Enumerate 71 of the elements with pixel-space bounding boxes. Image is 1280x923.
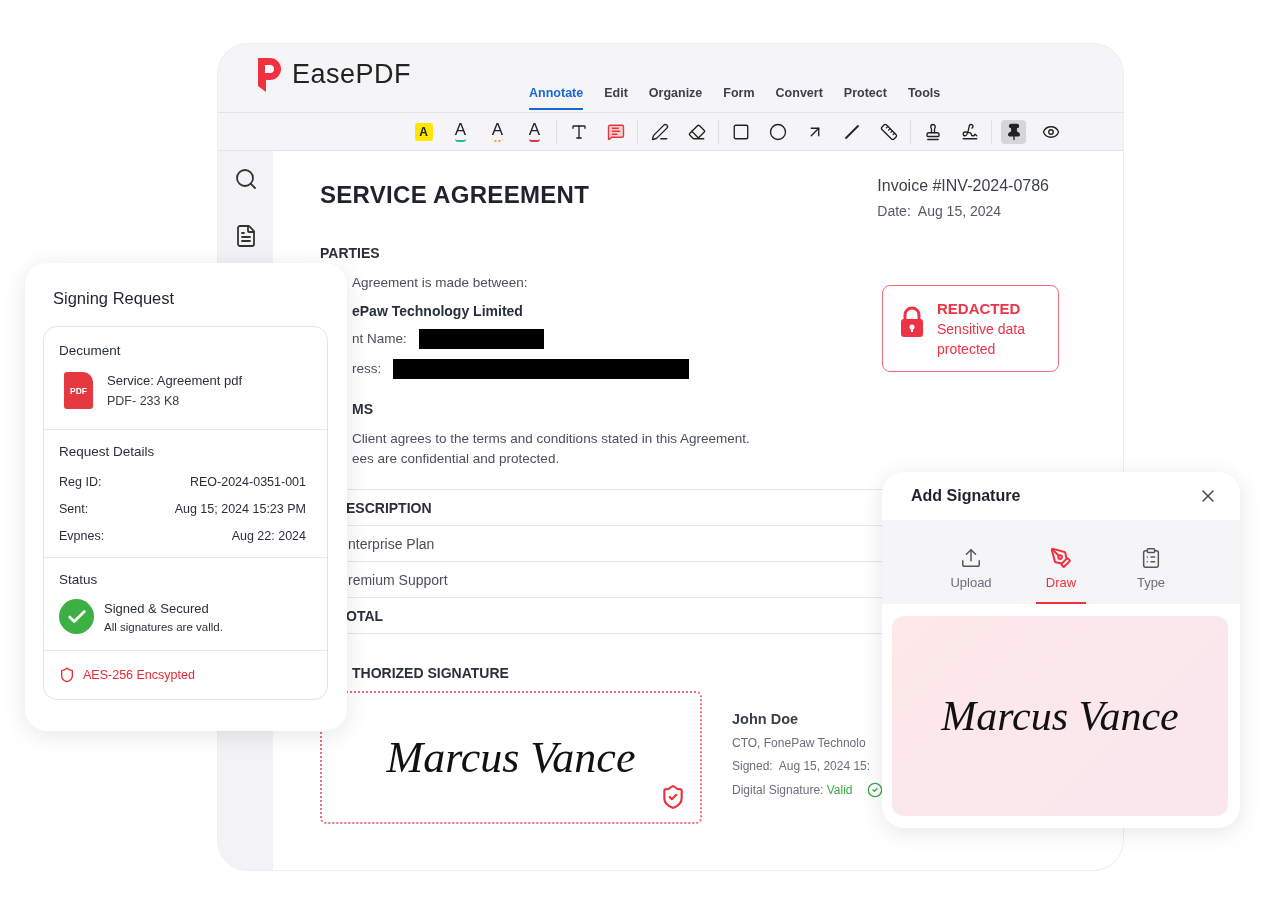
check-circle-icon — [59, 599, 94, 634]
notice-title: REDACTED — [937, 300, 1022, 317]
signature-text: Marcus Vance — [941, 692, 1179, 740]
circle-icon — [768, 122, 787, 141]
invoice-number: Invoice #INV-2024-0786 — [877, 177, 1049, 195]
detail-label: Evpnes: — [59, 529, 105, 543]
signer-name: John Doe — [732, 711, 800, 727]
strike-text-tool[interactable]: A — [522, 119, 547, 144]
company-name: ePaw Technology Limited — [351, 303, 524, 319]
line-icon — [842, 122, 861, 141]
menu-tab[interactable]: Protect — [843, 86, 887, 110]
squiggly-text-tool[interactable]: A — [485, 119, 510, 144]
section-heading: THORIZED SIGNATURE — [351, 665, 510, 681]
menu-tab[interactable]: Organize — [648, 86, 703, 110]
detail-value: Aug 15; 2024 15:23 PM — [174, 502, 306, 516]
lock-icon — [899, 306, 925, 338]
signature-text: Marcus Vance — [386, 732, 636, 783]
underline-text-tool[interactable]: A — [448, 119, 473, 144]
menu-tab[interactable]: Edit — [604, 86, 628, 110]
detail-label: Sent: — [59, 502, 89, 516]
signer-role: CTO, FonePaw Technolo — [732, 736, 867, 750]
menu-tab[interactable]: Form — [723, 86, 755, 110]
detail-value: REO-2024-0351-001 — [189, 475, 306, 489]
section-heading: Status — [59, 572, 99, 587]
file-meta: PDF- 233 K8 — [107, 394, 181, 408]
parties-intro: Agreement is made between: — [351, 274, 529, 292]
text-icon — [569, 122, 588, 141]
signature-mode-tab[interactable]: Type — [1126, 547, 1176, 604]
check-icon — [866, 782, 883, 798]
menu-tab[interactable]: Convert — [775, 86, 823, 110]
digital-signature-status: Digital Signature: Valid — [732, 783, 853, 797]
rectangle-icon — [731, 122, 750, 141]
encryption-label: AES-256 Encsypted — [83, 668, 195, 682]
menu-tab[interactable]: Tools — [907, 86, 941, 110]
signed-date: Signed: Aug 15, 2024 15: — [732, 759, 872, 773]
text-lines-icon — [1140, 547, 1162, 569]
status-text: Signed & Secured — [104, 600, 210, 616]
pen-nib-icon — [1050, 547, 1072, 569]
signature-mode-tab[interactable]: Draw — [1036, 547, 1086, 604]
detail-value: Aug 22: 2024 — [231, 529, 306, 543]
menu-tab[interactable]: Annotate — [529, 86, 584, 110]
document-title: SERVICE AGREEMENT — [320, 181, 590, 210]
terms-text: ees are confidential and protected. — [351, 450, 561, 468]
terms-text: Client agrees to the terms and conditions stated in this Agreement. — [351, 430, 751, 448]
section-heading: PARTIES — [320, 245, 381, 261]
shield-icon — [59, 667, 75, 683]
signature-icon — [960, 122, 979, 141]
pen-icon — [650, 122, 669, 141]
eraser-icon — [687, 122, 706, 141]
shield-check-icon — [660, 784, 686, 810]
pdf-file-icon: PDF — [64, 372, 93, 409]
upload-icon — [960, 547, 982, 569]
panel-title: Signing Request — [53, 289, 176, 308]
detail-label: Reg ID: — [59, 475, 102, 489]
invoice-date: Date: Aug 15, 2024 — [877, 203, 1003, 219]
status-note: All signatures are valld. — [104, 620, 223, 633]
section-heading: Request Details — [59, 444, 156, 459]
notice-text: Sensitive data protected — [937, 320, 1026, 359]
measure-icon — [879, 122, 898, 141]
stamp-icon — [923, 122, 942, 141]
section-heading: MS — [351, 401, 374, 417]
field-label: nt Name: — [352, 330, 407, 348]
dialog-title: Add Signature — [911, 487, 1021, 505]
search-icon[interactable] — [233, 167, 258, 191]
field-label: ress: — [352, 360, 382, 378]
signature-canvas[interactable]: Marcus Vance — [892, 616, 1228, 816]
comment-icon — [606, 122, 625, 141]
pin-tool[interactable] — [1001, 119, 1026, 144]
file-name: Service: Agreement pdf — [107, 373, 243, 388]
section-heading: Decument — [59, 343, 122, 358]
app-logo-text: EasePDF — [292, 58, 412, 90]
